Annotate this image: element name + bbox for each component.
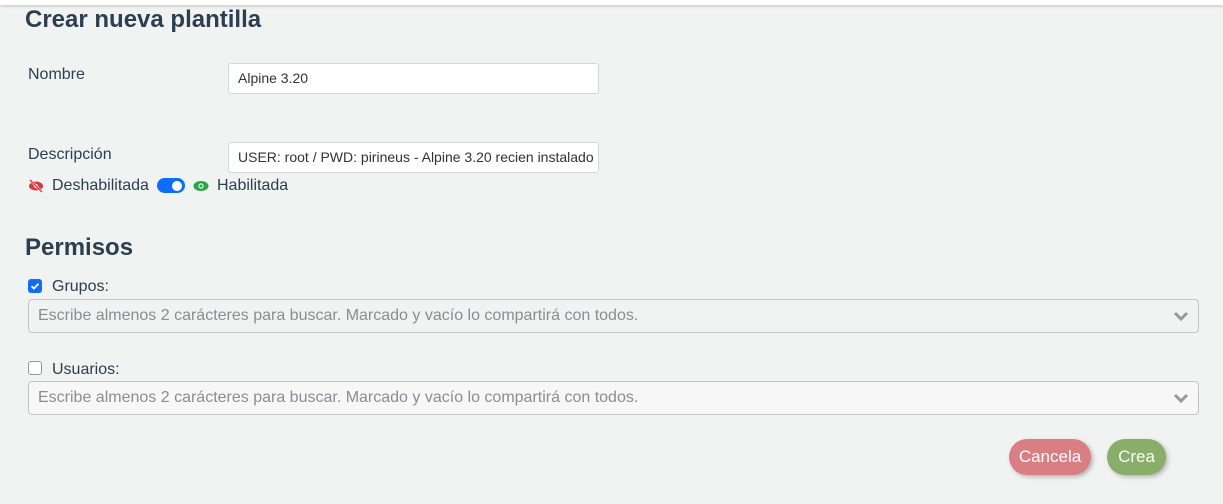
page-title: Crear nueva plantilla bbox=[25, 6, 262, 33]
users-placeholder: Escribe almenos 2 carácteres para buscar… bbox=[38, 389, 639, 406]
description-input[interactable]: USER: root / PWD: pirineus - Alpine 3.20… bbox=[228, 142, 599, 173]
permissions-title: Permisos bbox=[25, 234, 134, 261]
enabled-label: Habilitada bbox=[217, 177, 289, 194]
top-bar bbox=[0, 0, 1223, 5]
users-label: Usuarios: bbox=[52, 361, 120, 378]
name-input[interactable]: Alpine 3.20 bbox=[228, 63, 599, 94]
description-label: Descripción bbox=[28, 146, 112, 163]
chevron-down-icon bbox=[1173, 393, 1189, 404]
groups-checkbox[interactable] bbox=[28, 279, 42, 293]
groups-placeholder: Escribe almenos 2 carácteres para buscar… bbox=[38, 307, 639, 324]
groups-label: Grupos: bbox=[52, 278, 109, 295]
users-checkbox[interactable] bbox=[28, 361, 42, 375]
create-button[interactable]: Crea bbox=[1107, 439, 1166, 475]
eye-icon bbox=[193, 181, 209, 191]
groups-select[interactable]: Escribe almenos 2 carácteres para buscar… bbox=[28, 299, 1199, 333]
chevron-down-icon bbox=[1173, 311, 1189, 322]
disabled-label: Deshabilitada bbox=[52, 177, 149, 194]
name-label: Nombre bbox=[28, 66, 85, 83]
users-select[interactable]: Escribe almenos 2 carácteres para buscar… bbox=[28, 381, 1199, 415]
enabled-toggle[interactable] bbox=[157, 178, 185, 193]
cancel-button[interactable]: Cancela bbox=[1009, 439, 1091, 475]
eye-slash-icon bbox=[29, 179, 43, 193]
